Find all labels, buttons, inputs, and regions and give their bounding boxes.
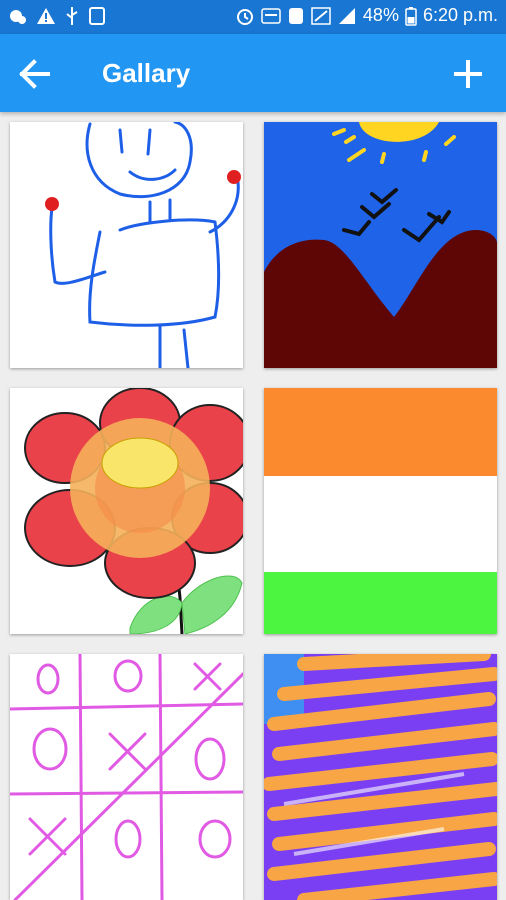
gallery-item-scribble[interactable] xyxy=(264,654,497,900)
screenshot-icon xyxy=(88,6,106,26)
app-bar: Gallary xyxy=(0,34,506,112)
flower-drawing xyxy=(10,388,243,634)
notification-icon xyxy=(8,6,28,26)
page-title: Gallary xyxy=(102,58,191,88)
add-button[interactable] xyxy=(448,54,488,94)
battery-percent: 48% xyxy=(362,5,399,25)
battery-icon xyxy=(405,6,417,26)
gallery-item-stick-figure[interactable] xyxy=(10,122,243,368)
warning-icon xyxy=(36,6,56,26)
status-bar: 48% 6:20 p.m. xyxy=(0,0,506,34)
signal-icon xyxy=(337,6,357,26)
flag-drawing xyxy=(264,388,497,634)
back-button[interactable] xyxy=(14,54,54,94)
mountains-sun-drawing xyxy=(264,122,497,368)
plus-icon xyxy=(454,60,482,88)
stick-figure-drawing xyxy=(10,122,243,368)
arrow-back-icon xyxy=(19,59,50,89)
usb-icon xyxy=(64,6,80,26)
scribble-drawing xyxy=(264,654,497,900)
phone-icon xyxy=(287,6,305,26)
alarm-icon xyxy=(235,6,255,26)
data-icon xyxy=(311,6,331,26)
volte-icon xyxy=(261,6,281,26)
gallery-item-flag[interactable] xyxy=(264,388,497,634)
gallery-item-mountains[interactable] xyxy=(264,122,497,368)
status-time: 6:20 p.m. xyxy=(422,5,498,25)
tic-tac-toe-drawing xyxy=(10,654,243,900)
gallery-item-tic-tac-toe[interactable] xyxy=(10,654,243,900)
gallery-item-flower[interactable] xyxy=(10,388,243,634)
